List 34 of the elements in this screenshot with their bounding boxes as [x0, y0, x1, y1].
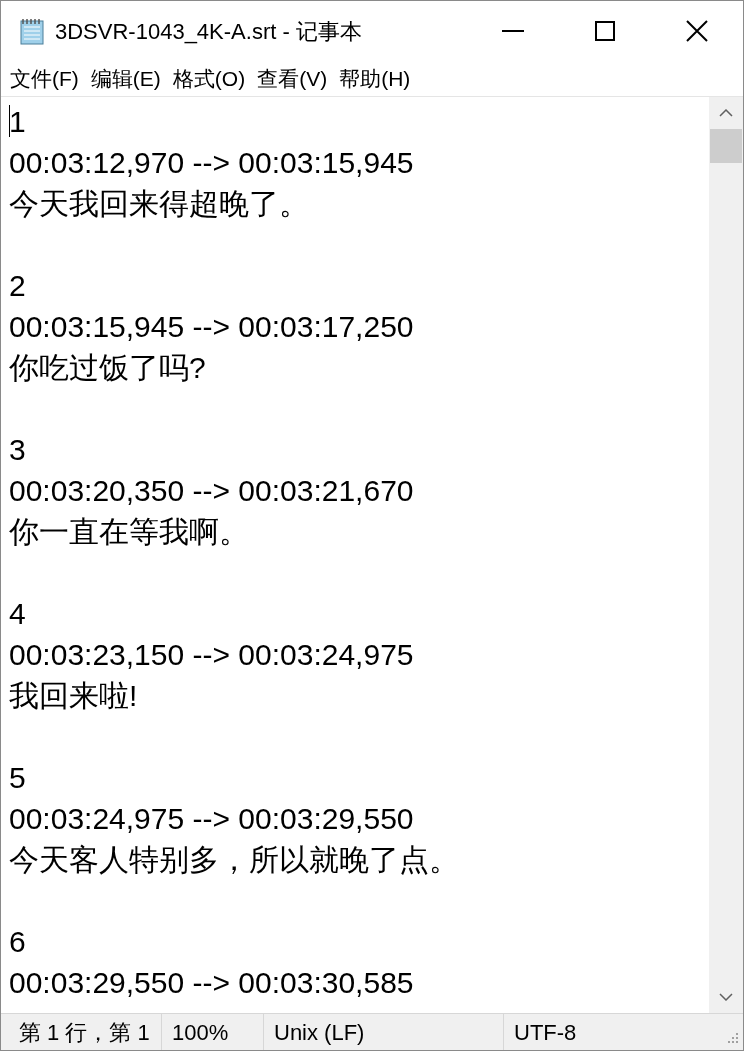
- menu-item[interactable]: 帮助(H): [334, 62, 416, 95]
- subtitle-timecode: 00:03:15,945 --> 00:03:17,250: [9, 309, 414, 345]
- status-text: 第 1 行，第 1: [19, 1018, 150, 1047]
- status-text: UTF-8: [514, 1018, 577, 1047]
- subtitle-timecode: 00:03:12,970 --> 00:03:15,945: [9, 145, 414, 181]
- subtitle-text: 今天我回来得超晚了。: [9, 186, 309, 222]
- subtitle-timecode: 00:03:20,350 --> 00:03:21,670: [9, 473, 414, 509]
- subtitle-index: 2: [9, 268, 26, 304]
- minimize-icon: [502, 30, 524, 32]
- menu-item[interactable]: 编辑(E): [85, 62, 166, 95]
- close-icon: [686, 20, 708, 42]
- menu-item[interactable]: 查看(V): [252, 62, 333, 95]
- subtitle-text: 你吃过饭了吗?: [9, 350, 206, 386]
- status-text: Unix (LF): [274, 1018, 365, 1047]
- subtitle-index: 5: [9, 760, 26, 796]
- subtitle-index: 4: [9, 596, 26, 632]
- subtitle-text: 你一直在等我啊。: [9, 514, 249, 550]
- subtitle-index: 3: [9, 432, 26, 468]
- subtitle-timecode: 00:03:23,150 --> 00:03:24,975: [9, 637, 414, 673]
- status-text: 100%: [172, 1018, 229, 1047]
- scrollbar-thumb[interactable]: [710, 129, 742, 163]
- subtitle-index: 1: [9, 104, 26, 140]
- subtitle-text: 我回来啦!: [9, 678, 138, 714]
- subtitle-index: 6: [9, 924, 26, 960]
- subtitle-timecode: 00:03:24,975 --> 00:03:29,550: [9, 801, 414, 837]
- subtitle-timecode: 00:03:29,550 --> 00:03:30,585: [9, 965, 414, 1001]
- window-title: 3DSVR-1043_4K-A.srt - 记事本: [55, 17, 362, 46]
- resize-grip-icon[interactable]: [725, 1032, 739, 1046]
- menu-item[interactable]: 文件(F): [5, 62, 84, 95]
- notepad-icon: [17, 16, 47, 46]
- menu-item[interactable]: 格式(O): [167, 62, 251, 95]
- subtitle-text: 今天客人特别多，所以就晚了点。: [9, 842, 459, 878]
- maximize-icon: [595, 21, 615, 41]
- scrollbar[interactable]: [709, 97, 743, 1013]
